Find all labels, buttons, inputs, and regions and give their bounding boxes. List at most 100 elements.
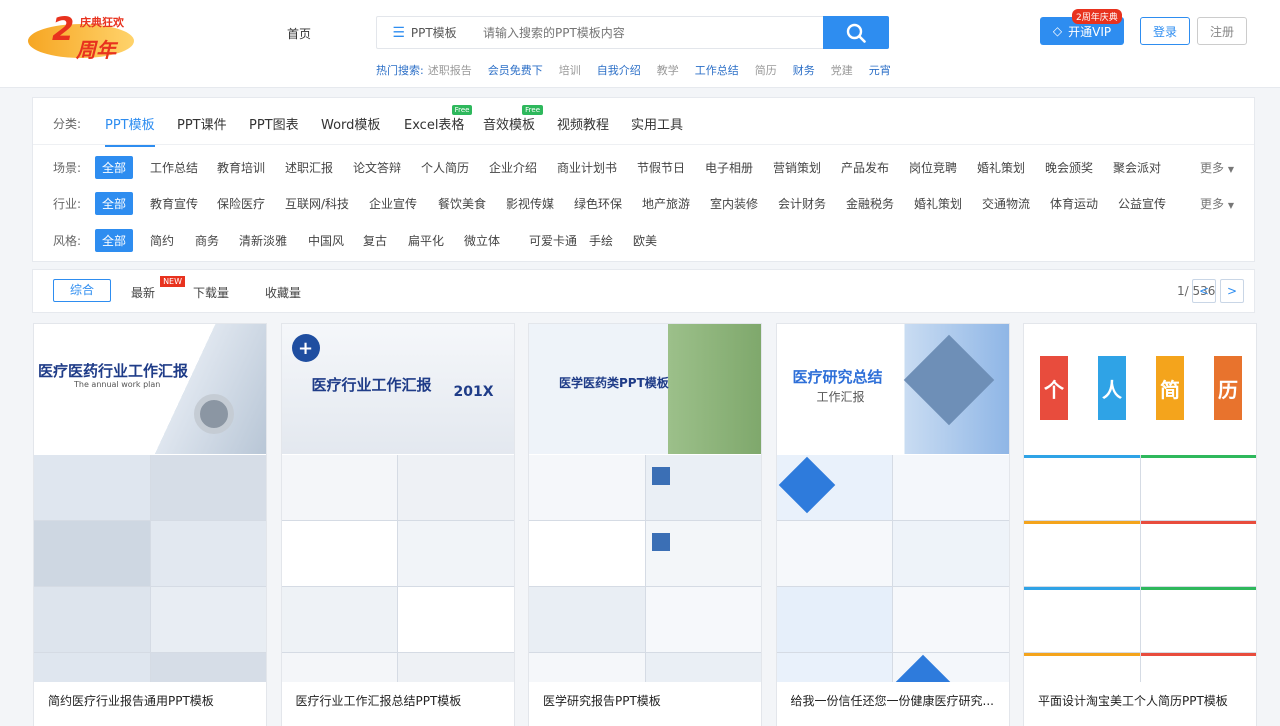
search-category-select[interactable]: ☰ PPT模板 (377, 17, 472, 48)
filter-option-scene[interactable]: 企业介绍 (489, 159, 537, 176)
tab-category[interactable]: PPT图表 (249, 114, 299, 133)
tab-category[interactable]: Word模板 (321, 114, 380, 133)
scene-more-button[interactable]: 更多 ▼ (1200, 159, 1234, 176)
tab-category[interactable]: 实用工具 (631, 114, 683, 133)
filter-option-industry[interactable]: 地产旅游 (642, 195, 690, 212)
search-input[interactable] (483, 17, 813, 48)
filter-option-industry[interactable]: 保险医疗 (217, 195, 265, 212)
filter-option-style[interactable]: 手绘 (589, 232, 613, 249)
hot-search-link[interactable]: 会员免费下 (488, 62, 543, 78)
sort-option[interactable]: 下载量 (193, 284, 229, 301)
filter-option-scene[interactable]: 工作总结 (150, 159, 198, 176)
hot-search-link[interactable]: 述职报告 (428, 62, 472, 78)
filter-option-industry[interactable]: 企业宣传 (369, 195, 417, 212)
tab-category[interactable]: 音效模板 Free (483, 105, 544, 133)
filter-option-industry[interactable]: 全部 (95, 192, 134, 215)
template-title[interactable]: 平面设计淘宝美工个人简历PPT模板 (1038, 692, 1244, 709)
login-button[interactable]: 登录 (1140, 17, 1190, 45)
industry-more-button[interactable]: 更多 ▼ (1200, 195, 1234, 212)
tab-category[interactable]: Excel表格 Free (404, 105, 473, 133)
filter-option-scene[interactable]: 节假节日 (637, 159, 685, 176)
slide-preview (34, 455, 150, 520)
filter-option-scene[interactable]: 营销策划 (773, 159, 821, 176)
slide-preview (893, 521, 1009, 586)
filter-option-industry[interactable]: 公益宣传 (1118, 195, 1166, 212)
nav-home-link[interactable]: 首页 (287, 25, 311, 42)
slide-preview (776, 587, 892, 652)
site-logo[interactable]: 2 周年 庆典狂欢 (24, 10, 148, 62)
next-page-button[interactable]: > (1220, 279, 1244, 303)
filter-option-industry[interactable]: 体育运动 (1050, 195, 1098, 212)
filter-option-scene[interactable]: 个人简历 (421, 159, 469, 176)
template-thumbnail[interactable]: 医学医药类PPT模板 (529, 324, 761, 682)
filter-option-style[interactable]: 复古 (363, 232, 387, 249)
open-vip-button[interactable]: ◇ 开通VIP 2周年庆典 (1040, 9, 1124, 45)
register-button[interactable]: 注册 (1197, 17, 1247, 45)
filter-option-industry[interactable]: 室内装修 (710, 195, 758, 212)
slide-preview (1024, 521, 1140, 586)
filter-option-industry[interactable]: 影视传媒 (506, 195, 554, 212)
template-card[interactable]: 医疗医药行业工作汇报 The annual work plan 简约医疗行业报告通用… (33, 323, 267, 726)
filter-option-industry[interactable]: 绿色环保 (574, 195, 622, 212)
template-title[interactable]: 医疗行业工作汇报总结PPT模板 (296, 692, 502, 709)
filter-option-industry[interactable]: 会计财务 (778, 195, 826, 212)
tab-category[interactable]: 视频教程 (557, 114, 609, 133)
template-card[interactable]: 医疗研究总结 工作汇报给我一份信任还您一份健康医疗研究... (775, 323, 1010, 726)
menu-icon: ☰ (392, 24, 405, 41)
hot-search-link[interactable]: 党建 (831, 62, 853, 78)
template-title[interactable]: 简约医疗行业报告通用PPT模板 (48, 692, 254, 709)
slide-preview (529, 587, 645, 652)
tab-category[interactable]: PPT课件 (177, 114, 227, 133)
filter-option-scene[interactable]: 述职汇报 (285, 159, 333, 176)
hot-search-link[interactable]: 教学 (657, 62, 679, 78)
hot-search-link[interactable]: 自我介绍 (597, 62, 641, 78)
filter-option-style[interactable]: 商务 (195, 232, 219, 249)
filter-option-style[interactable]: 全部 (95, 229, 134, 252)
filter-option-style[interactable]: 中国风 (308, 232, 344, 249)
hot-search-link[interactable]: 简历 (755, 62, 777, 78)
sort-option[interactable]: 综合 (53, 279, 111, 302)
sort-option[interactable]: 收藏量 (265, 284, 301, 301)
filter-option-scene[interactable]: 产品发布 (841, 159, 889, 176)
filter-option-scene[interactable]: 岗位竞聘 (909, 159, 957, 176)
template-card[interactable]: 医疗行业工作汇报 201X + 医疗行业工作汇报总结PPT模板 (280, 323, 515, 726)
hot-search-link[interactable]: 培训 (559, 62, 581, 78)
template-thumbnail[interactable]: 个人简历 (1024, 324, 1256, 682)
filter-option-industry[interactable]: 教育宣传 (150, 195, 198, 212)
filter-option-scene[interactable]: 全部 (95, 156, 134, 179)
tab-category[interactable]: PPT模板 (105, 114, 155, 147)
filter-option-industry[interactable]: 婚礼策划 (914, 195, 962, 212)
filter-option-industry[interactable]: 金融税务 (846, 195, 894, 212)
filter-option-scene[interactable]: 聚会派对 (1113, 159, 1161, 176)
filter-option-scene[interactable]: 商业计划书 (557, 159, 617, 176)
search-button[interactable] (823, 16, 889, 49)
sort-option[interactable]: 最新 NEW (131, 276, 186, 301)
hot-search-link[interactable]: 工作总结 (695, 62, 739, 78)
filter-option-industry[interactable]: 互联网/科技 (285, 195, 349, 212)
filter-option-scene[interactable]: 教育培训 (217, 159, 265, 176)
template-card[interactable]: 个人简历平面设计淘宝美工个人简历PPT模板 (1023, 323, 1257, 726)
hot-search-link[interactable]: 元宵 (869, 62, 891, 78)
filter-option-scene[interactable]: 婚礼策划 (977, 159, 1025, 176)
filter-option-style[interactable]: 可爱卡通 (529, 232, 577, 249)
template-thumbnail[interactable]: 医疗研究总结 工作汇报 (776, 324, 1009, 682)
filter-option-style[interactable]: 清新淡雅 (239, 232, 287, 249)
hot-search-link[interactable]: 财务 (793, 62, 815, 78)
template-title[interactable]: 医学研究报告PPT模板 (543, 692, 749, 709)
filter-option-style[interactable]: 简约 (150, 232, 174, 249)
template-card[interactable]: 医学医药类PPT模板医学研究报告PPT模板 (528, 323, 762, 726)
template-thumbnail[interactable]: 医疗医药行业工作汇报 The annual work plan (34, 324, 266, 682)
filter-option-style[interactable]: 欧美 (633, 232, 657, 249)
filter-option-scene[interactable]: 论文答辩 (353, 159, 401, 176)
slide-preview (150, 653, 266, 682)
prev-page-button[interactable]: < (1192, 279, 1216, 303)
filter-option-style[interactable]: 扁平化 (408, 232, 444, 249)
sort-bar: 1/ 536 < > 综合 最新 NEW 下载量 收藏量 (32, 269, 1255, 313)
filter-option-industry[interactable]: 餐饮美食 (438, 195, 486, 212)
template-title[interactable]: 给我一份信任还您一份健康医疗研究... (791, 692, 997, 709)
filter-option-scene[interactable]: 晚会颁奖 (1045, 159, 1093, 176)
filter-option-industry[interactable]: 交通物流 (982, 195, 1030, 212)
filter-option-style[interactable]: 微立体 (464, 232, 500, 249)
template-thumbnail[interactable]: 医疗行业工作汇报 201X + (281, 324, 514, 682)
filter-option-scene[interactable]: 电子相册 (705, 159, 753, 176)
